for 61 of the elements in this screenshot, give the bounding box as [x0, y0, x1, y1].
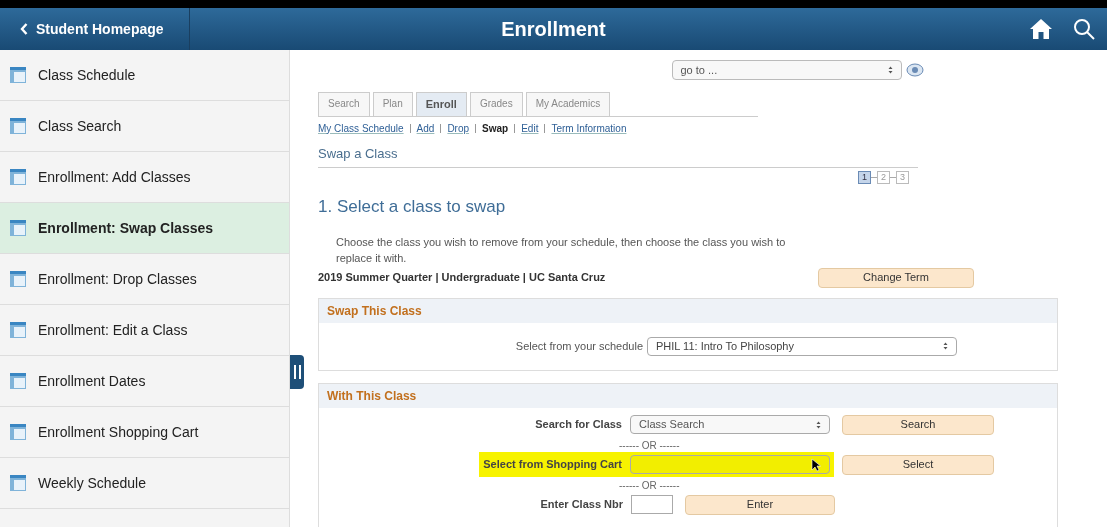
- tab[interactable]: Search: [318, 92, 370, 116]
- field-label: Select from your schedule: [515, 338, 643, 354]
- stepper-icon: [887, 66, 893, 74]
- sidebar-item[interactable]: Class Search: [0, 101, 289, 152]
- step-indicator: 1: [858, 171, 871, 184]
- sidebar-item[interactable]: Enrollment Shopping Cart: [0, 407, 289, 458]
- list-icon: [10, 424, 26, 440]
- nav-link[interactable]: Edit: [521, 120, 539, 136]
- action-button[interactable]: Search: [842, 414, 994, 435]
- go-button-icon[interactable]: [905, 63, 924, 77]
- sidebar-item[interactable]: Enrollment: Swap Classes: [0, 203, 289, 254]
- or-separator: ------ OR ------: [619, 438, 680, 452]
- nav-link[interactable]: Drop: [447, 120, 470, 136]
- search-icon[interactable]: [1073, 18, 1095, 40]
- chevron-icon: [20, 23, 28, 35]
- home-icon[interactable]: [1029, 18, 1053, 40]
- field-label: Search for Class: [535, 417, 622, 433]
- schedule-dropdown[interactable]: PHIL 11: Intro To Philosophy: [647, 336, 957, 356]
- change-term-button[interactable]: Change Term: [818, 267, 974, 288]
- class-dropdown[interactable]: Class Search: [630, 415, 830, 434]
- field-label: Enter Class Nbr: [540, 497, 623, 513]
- action-button[interactable]: Select: [842, 454, 994, 475]
- cursor-icon: [811, 457, 821, 472]
- step-indicator: 3: [896, 171, 909, 184]
- step-indicator: 2: [877, 171, 890, 184]
- collapse-handle[interactable]: [290, 355, 304, 389]
- tab[interactable]: Enroll: [415, 92, 467, 116]
- page-title: Enrollment: [501, 17, 606, 42]
- tab[interactable]: My Academics: [525, 92, 611, 116]
- list-icon: [10, 271, 26, 287]
- step-heading: 1. Select a class to swap: [318, 196, 507, 218]
- nav-link[interactable]: Add: [416, 120, 435, 136]
- nav-link[interactable]: My Class Schedule: [318, 120, 404, 136]
- sidebar-item[interactable]: Enrollment Dates: [0, 356, 289, 407]
- stepper-icon: [943, 342, 948, 350]
- sidebar-item[interactable]: Class Schedule: [0, 50, 289, 101]
- class-number-field[interactable]: [631, 495, 673, 514]
- list-icon: [10, 475, 26, 491]
- list-icon: [10, 67, 26, 83]
- panel-title: Swap This Class: [319, 298, 1057, 323]
- nav-link[interactable]: Swap: [482, 120, 509, 136]
- goto-dropdown[interactable]: go to ...: [671, 60, 902, 80]
- tab[interactable]: Plan: [372, 92, 413, 116]
- stepper-icon: [816, 420, 821, 429]
- action-button[interactable]: Enter: [685, 494, 835, 515]
- nav-link[interactable]: Term Information: [551, 120, 627, 136]
- term-info: 2019 Summer Quarter | Undergraduate | UC Santa Cruz: [318, 270, 607, 286]
- sidebar-item[interactable]: Weekly Schedule: [0, 458, 289, 509]
- or-separator: ------ OR ------: [619, 478, 680, 492]
- panel-title: With This Class: [319, 383, 1057, 408]
- list-icon: [10, 322, 26, 338]
- sidebar-item[interactable]: Enrollment: Edit a Class: [0, 305, 289, 356]
- list-icon: [10, 169, 26, 185]
- list-icon: [10, 118, 26, 134]
- sidebar-item[interactable]: Enrollment: Drop Classes: [0, 254, 289, 305]
- list-icon: [10, 220, 26, 236]
- tab[interactable]: Grades: [469, 92, 523, 116]
- field-label: Select from Shopping Cart: [483, 457, 622, 473]
- instructions-text: Choose the class you wish to remove from your schedule, then choose the class you wish to replace it with.: [336, 234, 787, 266]
- list-icon: [10, 373, 26, 389]
- section-title: Swap a Class: [318, 144, 398, 163]
